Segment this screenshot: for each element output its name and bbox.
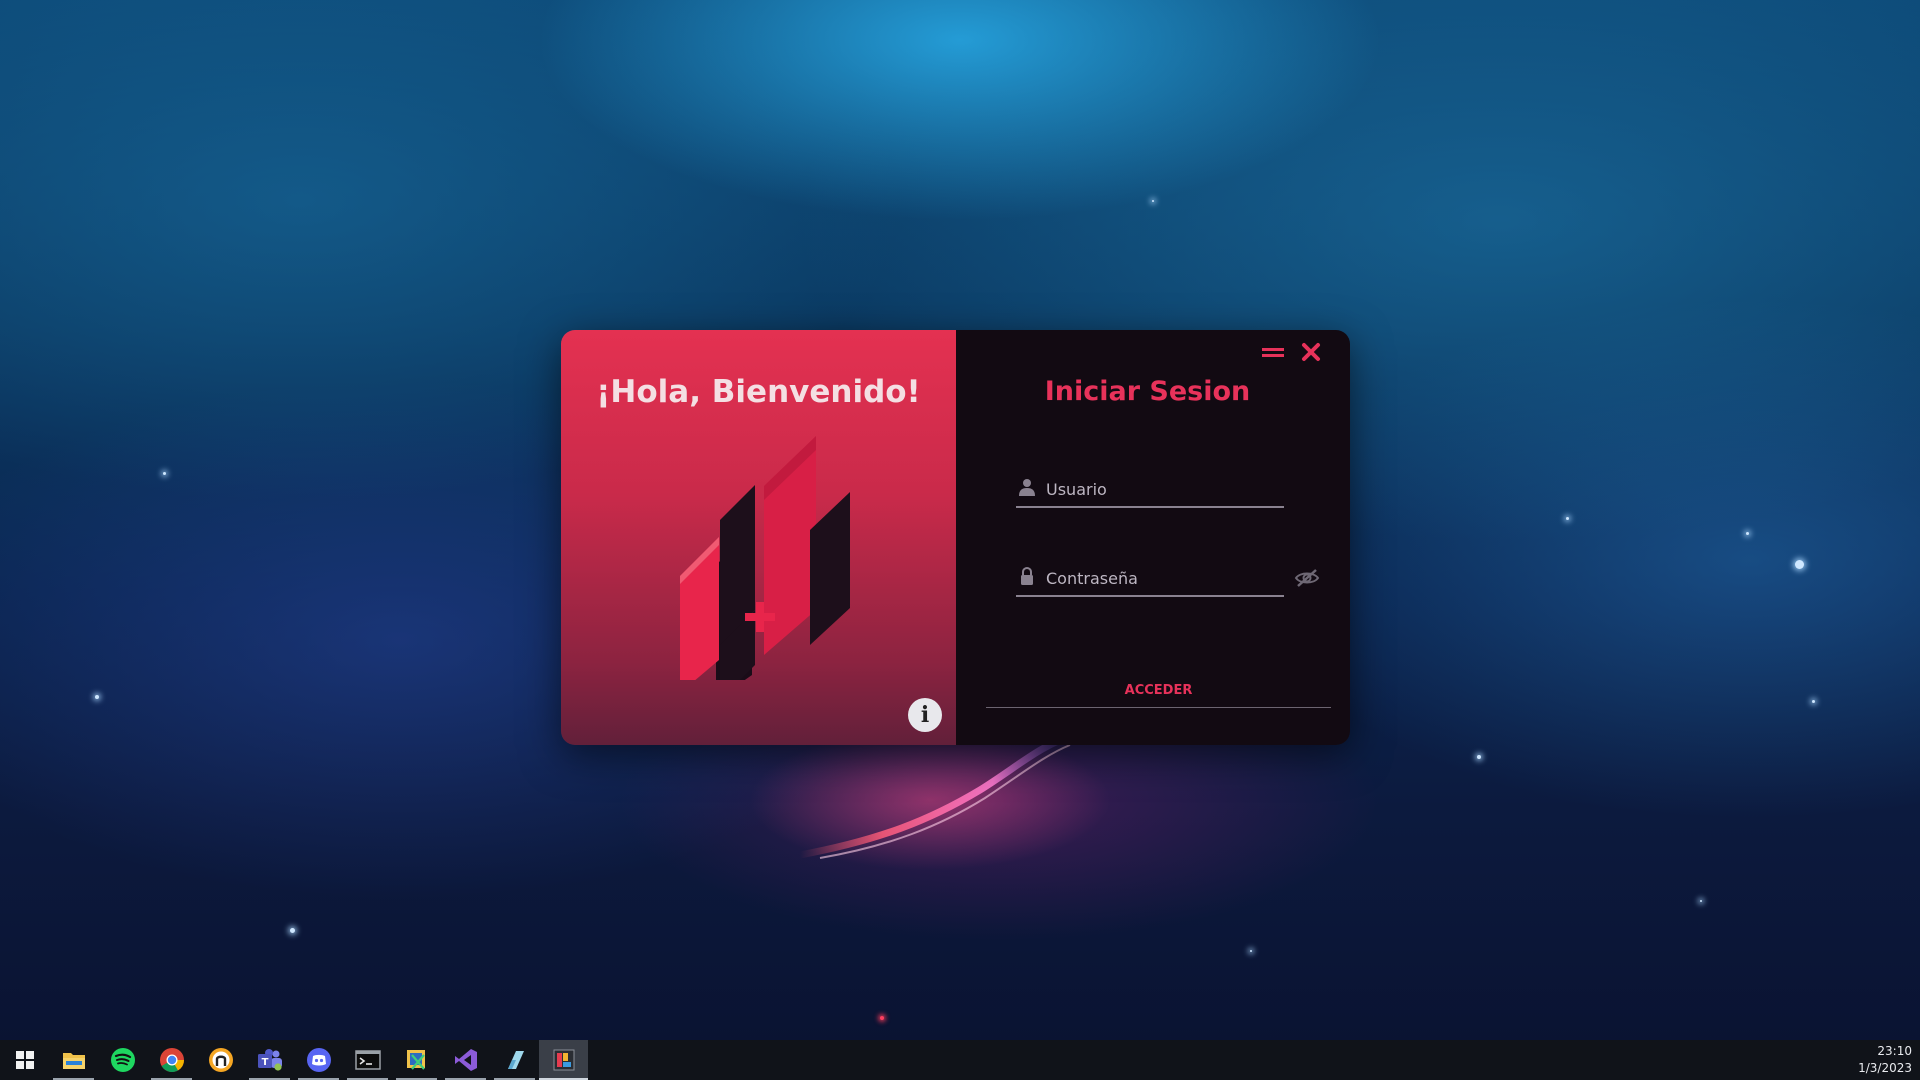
star <box>1152 200 1154 202</box>
show-password-toggle[interactable] <box>1293 564 1321 592</box>
star <box>1566 517 1569 520</box>
star <box>880 1016 884 1020</box>
star <box>95 695 99 699</box>
clock-time: 23:10 <box>1877 1044 1912 1058</box>
info-button[interactable]: i <box>908 698 942 732</box>
snipping-tool-icon <box>406 1050 425 1070</box>
star <box>1746 532 1749 535</box>
folder-icon <box>62 1053 85 1069</box>
username-field[interactable] <box>1016 472 1284 508</box>
taskbar: T 23:10 1/3/2023 <box>0 1040 1920 1080</box>
username-input[interactable] <box>1044 474 1284 504</box>
snipping-tool-button[interactable] <box>392 1040 441 1080</box>
discord-button[interactable] <box>294 1040 343 1080</box>
login-window: ¡Hola, Bienvenido! i Iniciar Sesion Usua… <box>561 330 1350 745</box>
minimize-icon <box>1262 348 1284 357</box>
app-logo-icon <box>680 436 850 680</box>
teams-button[interactable]: T <box>245 1040 294 1080</box>
terminal-icon <box>354 1050 381 1070</box>
eye-slash-icon <box>1294 569 1320 587</box>
lock-icon <box>1021 567 1033 585</box>
close-icon <box>1302 343 1320 361</box>
windows-icon <box>15 1051 34 1069</box>
star <box>1250 950 1252 952</box>
star <box>1795 560 1804 569</box>
password-input[interactable] <box>1044 563 1284 593</box>
user-icon <box>1019 479 1035 496</box>
login-title: Iniciar Sesion <box>1044 376 1251 407</box>
chrome-icon <box>159 1048 184 1073</box>
password-field[interactable] <box>1016 561 1284 597</box>
welcome-title: ¡Hola, Bienvenido! <box>596 374 921 410</box>
app-blue-icon <box>507 1051 524 1069</box>
acceder-button[interactable]: ACCEDER <box>986 674 1331 708</box>
star <box>1477 755 1481 759</box>
teams-icon: T <box>257 1049 282 1071</box>
chrome-button[interactable] <box>147 1040 196 1080</box>
app-blue-button[interactable] <box>490 1040 539 1080</box>
spotify-button[interactable] <box>98 1040 147 1080</box>
visual-studio-icon <box>454 1049 477 1071</box>
star <box>290 928 295 933</box>
terminal-button[interactable] <box>343 1040 392 1080</box>
svg-text:T: T <box>261 1057 268 1068</box>
star <box>1700 900 1702 902</box>
file-explorer-button[interactable] <box>49 1040 98 1080</box>
app-circle-icon <box>208 1048 233 1072</box>
close-button[interactable] <box>1298 340 1326 366</box>
star <box>1812 700 1815 703</box>
minimize-button[interactable] <box>1260 340 1288 366</box>
discord-icon <box>306 1048 331 1072</box>
info-icon: i <box>920 702 930 728</box>
app-circle-button[interactable] <box>196 1040 245 1080</box>
visual-studio-button[interactable] <box>441 1040 490 1080</box>
active-app-icon <box>553 1049 574 1071</box>
start-button[interactable] <box>0 1040 49 1080</box>
star <box>163 472 166 475</box>
login-panel: Iniciar Sesion ACCEDER <box>956 330 1350 745</box>
active-app-button[interactable] <box>539 1040 588 1080</box>
welcome-panel: ¡Hola, Bienvenido! i <box>561 330 956 745</box>
system-clock[interactable]: 23:10 1/3/2023 <box>1832 1043 1912 1077</box>
clock-date: 1/3/2023 <box>1858 1061 1912 1075</box>
spotify-icon <box>110 1048 135 1072</box>
